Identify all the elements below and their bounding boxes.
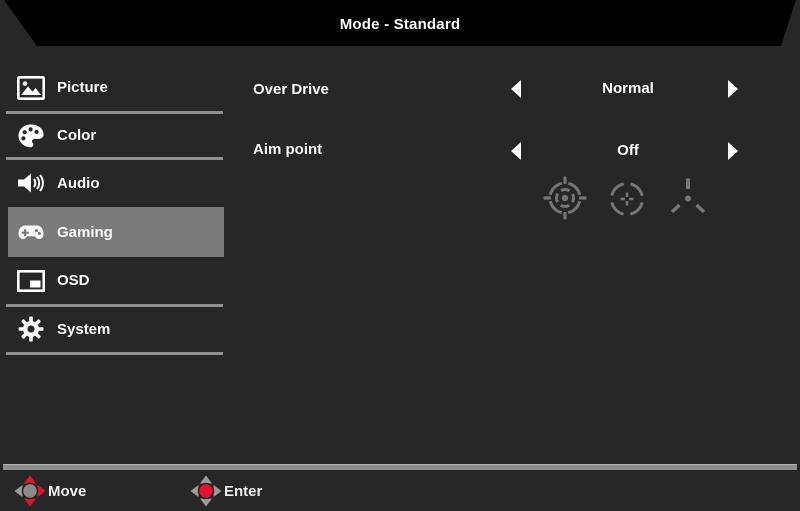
sidebar-item-label: OSD xyxy=(57,272,90,289)
sidebar-item-osd[interactable]: OSD xyxy=(8,258,224,303)
mode-title: Mode - Standard xyxy=(339,16,461,33)
speaker-icon xyxy=(18,173,44,193)
sidebar-item-color[interactable]: Color xyxy=(8,114,224,157)
aimpoint-prev-arrow[interactable] xyxy=(511,142,521,160)
overdrive-next-arrow[interactable] xyxy=(728,80,738,98)
sidebar-item-label: System xyxy=(57,320,111,338)
aimpoint-next-arrow[interactable] xyxy=(728,142,738,160)
sidebar-item-picture[interactable]: Picture xyxy=(8,64,224,111)
sidebar-item-label: Color xyxy=(57,127,97,144)
overdrive-label: Over Drive xyxy=(253,81,329,98)
target-dual-ring-icon[interactable] xyxy=(543,176,587,220)
picture-icon xyxy=(16,75,45,100)
sidebar-item-label: Audio xyxy=(57,174,100,192)
sidebar-item-system[interactable]: System xyxy=(8,307,224,351)
target-tripod-icon[interactable] xyxy=(666,176,710,220)
footer-divider xyxy=(3,464,797,470)
gamepad-icon xyxy=(18,225,44,239)
gear-icon xyxy=(18,316,44,342)
move-hint-label: Move xyxy=(48,483,87,500)
divider xyxy=(6,352,223,355)
aimpoint-label: Aim point xyxy=(253,141,323,158)
sidebar-item-audio[interactable]: Audio xyxy=(8,160,224,206)
sidebar-item-gaming[interactable]: Gaming xyxy=(8,207,224,257)
enter-hint-label: Enter xyxy=(224,483,263,500)
osd-panel: Mode - Standard Picture Color Audio Gami… xyxy=(0,0,800,511)
overdrive-prev-arrow[interactable] xyxy=(511,80,521,98)
palette-icon xyxy=(18,124,44,147)
overdrive-value: Normal xyxy=(602,80,654,97)
dpad-enter-icon xyxy=(190,475,222,507)
aimpoint-value: Off xyxy=(617,142,639,159)
sidebar-item-label: Gaming xyxy=(57,223,113,241)
sidebar-item-label: Picture xyxy=(57,79,108,96)
dpad-move-icon xyxy=(14,475,46,507)
osd-window-icon xyxy=(16,269,45,292)
target-circle-cross-icon[interactable] xyxy=(605,177,649,221)
header: Mode - Standard xyxy=(4,0,796,46)
